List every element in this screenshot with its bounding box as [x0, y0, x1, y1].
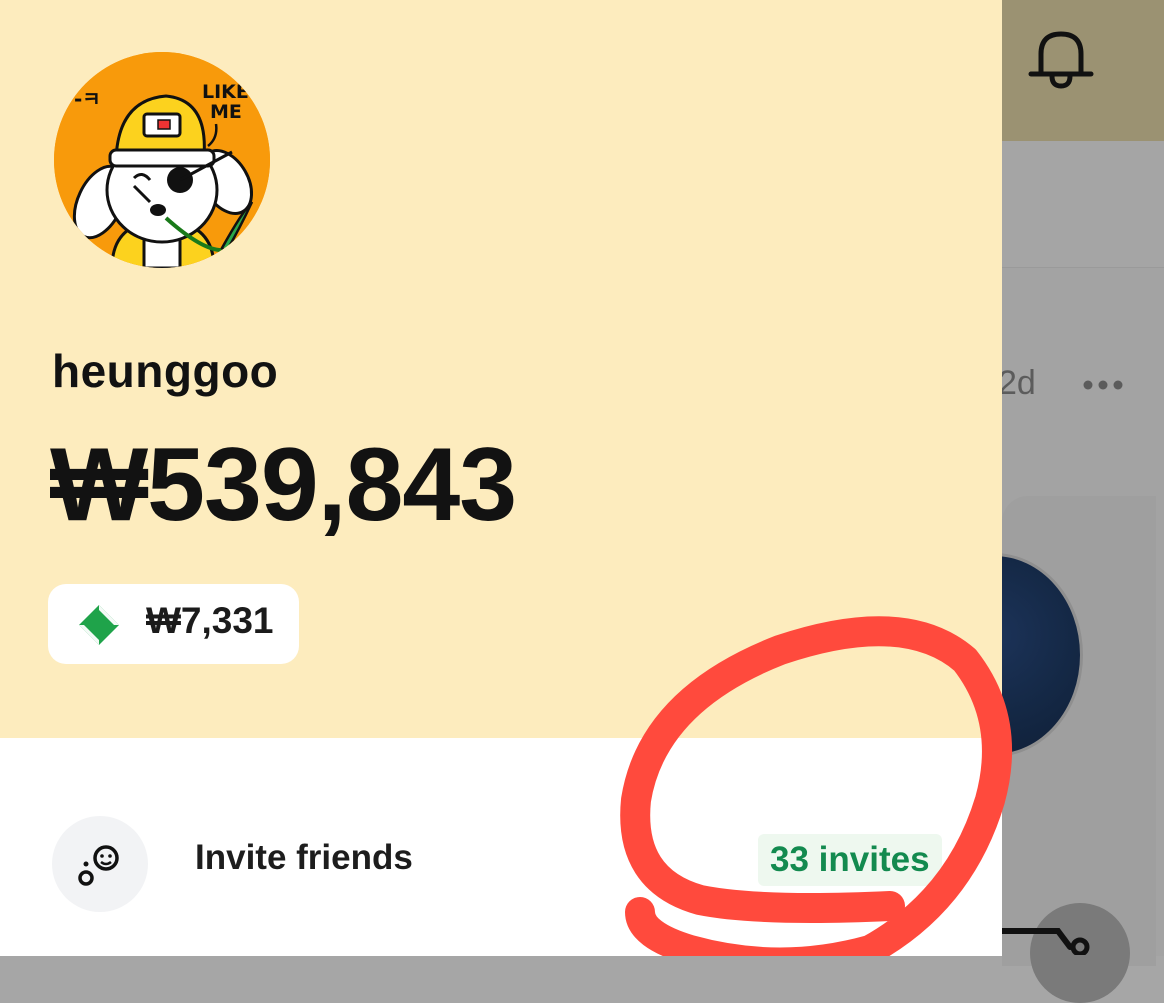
username: heunggoo: [52, 345, 279, 397]
avatar[interactable]: -ㅋ LIKE ME: [54, 52, 270, 268]
avatar-illustration: -ㅋ LIKE ME: [54, 52, 270, 268]
post-time: 2d: [998, 364, 1036, 402]
svg-text:-ㅋ: -ㅋ: [74, 87, 101, 111]
balance-amount: ₩539,843: [50, 427, 517, 543]
svg-text:ME: ME: [210, 101, 242, 123]
invite-friends-icon: [78, 845, 119, 886]
more-horizontal-icon[interactable]: [1080, 360, 1130, 410]
invite-friends-label: Invite friends: [195, 838, 413, 877]
profile-drawer: -ㅋ LIKE ME heunggoo ₩539,843 ₩7,331 Invi…: [0, 0, 1002, 956]
cart-icon: [1000, 928, 1090, 955]
points-value: ₩7,331: [146, 600, 274, 641]
invite-count-badge: 33 invites: [758, 834, 942, 886]
invite-icon-container: [52, 816, 148, 912]
green-diamond-icon: [79, 605, 119, 645]
bell-icon[interactable]: [1028, 26, 1094, 92]
